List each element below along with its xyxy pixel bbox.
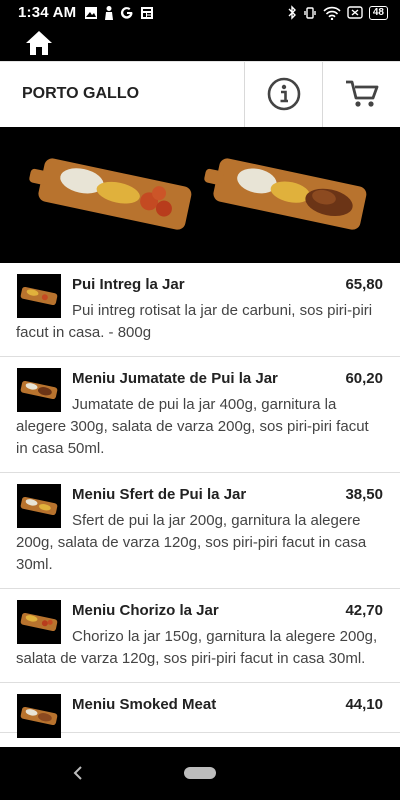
menu-item[interactable]: Meniu Smoked Meat 44,10 bbox=[0, 683, 400, 738]
cart-icon[interactable] bbox=[344, 77, 380, 111]
gallery-icon bbox=[85, 6, 97, 19]
battery-indicator: 48 bbox=[368, 5, 388, 20]
no-sim-icon bbox=[347, 6, 363, 19]
restaurant-header: PORTO GALLO bbox=[0, 61, 400, 128]
menu-item-description: Jumatate de pui la jar 400g, garnitura l… bbox=[16, 396, 369, 457]
back-icon[interactable] bbox=[70, 763, 86, 783]
google-icon bbox=[120, 6, 133, 19]
system-navigation-bar bbox=[0, 747, 400, 800]
menu-item-price: 42,70 bbox=[345, 602, 383, 619]
menu-item[interactable]: Meniu Sfert de Pui la Jar 38,50 Sfert de… bbox=[0, 473, 400, 589]
menu-item-name: Meniu Sfert de Pui la Jar bbox=[72, 486, 247, 503]
top-navigation bbox=[0, 26, 400, 61]
menu-item-thumbnail bbox=[17, 368, 61, 412]
menu-item-description: Pui intreg rotisat la jar de carbuni, so… bbox=[16, 302, 373, 341]
news-icon bbox=[141, 6, 153, 19]
menu-item-thumbnail bbox=[17, 600, 61, 644]
menu-list: Pui Intreg la Jar 65,80 Pui intreg rotis… bbox=[0, 263, 400, 747]
bluetooth-icon bbox=[288, 5, 296, 20]
status-time: 1:34 AM bbox=[18, 4, 77, 21]
menu-item[interactable]: Meniu Jumatate de Pui la Jar 60,20 Jumat… bbox=[0, 357, 400, 473]
menu-item-name: Pui Intreg la Jar bbox=[72, 276, 185, 293]
menu-item-name: Meniu Smoked Meat bbox=[72, 696, 217, 713]
restaurant-banner-image bbox=[0, 127, 400, 263]
menu-item[interactable]: Meniu Chorizo la Jar 42,70 Chorizo la ja… bbox=[0, 589, 400, 683]
status-right-icons: 48 bbox=[287, 5, 388, 20]
menu-item-thumbnail bbox=[17, 484, 61, 528]
menu-item-thumbnail bbox=[17, 694, 61, 738]
status-left-icons bbox=[84, 5, 154, 20]
menu-item-price: 60,20 bbox=[345, 370, 383, 387]
vibrate-icon bbox=[304, 6, 316, 19]
menu-item-name: Meniu Jumatate de Pui la Jar bbox=[72, 370, 278, 387]
food-platters-illustration bbox=[29, 158, 367, 230]
restaurant-name: PORTO GALLO bbox=[22, 85, 140, 102]
menu-item-price: 65,80 bbox=[345, 276, 383, 293]
menu-item-description: Sfert de pui la jar 200g, garnitura la a… bbox=[16, 512, 367, 573]
info-icon[interactable] bbox=[267, 77, 301, 111]
header-divider bbox=[322, 62, 323, 127]
person-notification-icon bbox=[105, 6, 113, 20]
menu-item-description: Chorizo la jar 150g, garnitura la aleger… bbox=[16, 628, 378, 667]
menu-item-thumbnail bbox=[17, 274, 61, 318]
menu-item-price: 44,10 bbox=[345, 696, 383, 713]
status-bar: 1:34 AM 48 bbox=[0, 0, 400, 26]
home-gesture-pill[interactable] bbox=[184, 767, 216, 779]
menu-item-name: Meniu Chorizo la Jar bbox=[72, 602, 219, 619]
menu-item[interactable]: Pui Intreg la Jar 65,80 Pui intreg rotis… bbox=[0, 263, 400, 357]
menu-item-price: 38,50 bbox=[345, 486, 383, 503]
header-divider bbox=[244, 62, 245, 127]
home-icon[interactable] bbox=[24, 29, 54, 57]
wifi-icon bbox=[323, 6, 341, 20]
